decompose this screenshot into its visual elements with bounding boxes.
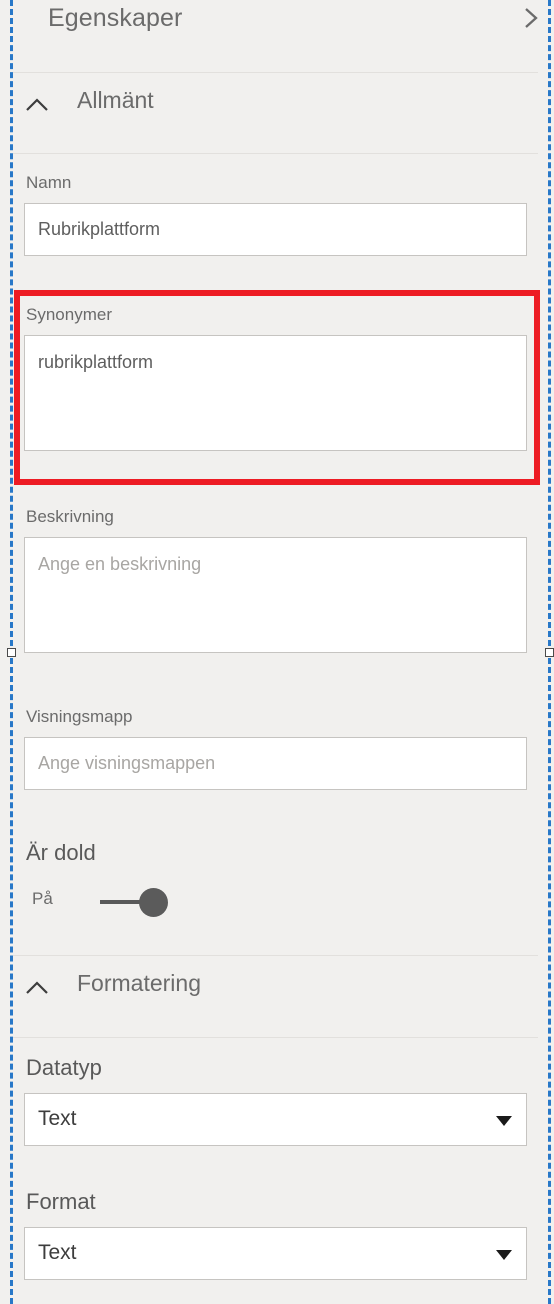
panel-scrollbar-track[interactable] xyxy=(538,72,548,1304)
divider xyxy=(13,153,538,154)
namn-input[interactable]: Rubrikplattform xyxy=(24,203,527,256)
synonymer-input-value: rubrikplattform xyxy=(38,352,154,372)
field-synonymer: Synonymer rubrikplattform xyxy=(13,305,538,470)
visningsmapp-input[interactable]: Ange visningsmappen xyxy=(24,737,527,790)
field-label-visningsmapp: Visningsmapp xyxy=(26,707,133,726)
divider xyxy=(13,1037,538,1038)
toggle-knob[interactable] xyxy=(139,888,168,917)
page-title: Egenskaper xyxy=(48,4,183,32)
section-header-allmant[interactable]: Allmänt xyxy=(13,73,538,153)
selection-resize-handle-left[interactable] xyxy=(7,648,16,657)
properties-panel-screenshot: Egenskaper Allmänt Namn Rubrikplattform xyxy=(0,0,554,1304)
beskrivning-input-placeholder: Ange en beskrivning xyxy=(38,554,202,574)
chevron-right-icon[interactable] xyxy=(519,5,543,31)
panel-title-row[interactable]: Egenskaper xyxy=(13,0,538,72)
caret-down-icon[interactable] xyxy=(496,1250,512,1260)
beskrivning-input[interactable]: Ange en beskrivning xyxy=(24,537,527,653)
format-dropdown[interactable]: Text xyxy=(24,1227,527,1280)
caret-down-icon[interactable] xyxy=(496,1116,512,1126)
namn-input-value: Rubrikplattform xyxy=(38,219,161,239)
field-namn: Namn Rubrikplattform xyxy=(13,173,538,278)
selection-resize-handle-right[interactable] xyxy=(545,648,554,657)
format-dropdown-value: Text xyxy=(38,1241,77,1264)
field-label-synonymer: Synonymer xyxy=(26,305,112,324)
field-label-ar-dold: Är dold xyxy=(26,840,96,865)
field-format: Format Text xyxy=(13,1189,538,1299)
field-label-beskrivning: Beskrivning xyxy=(26,507,114,526)
ar-dold-toggle[interactable]: På xyxy=(13,880,233,925)
section-label-allmant: Allmänt xyxy=(77,87,154,113)
field-beskrivning: Beskrivning Ange en beskrivning xyxy=(13,507,538,672)
visningsmapp-input-placeholder: Ange visningsmappen xyxy=(38,753,216,773)
properties-panel: Egenskaper Allmänt Namn Rubrikplattform xyxy=(13,0,538,1304)
chevron-up-icon[interactable] xyxy=(24,94,50,116)
field-label-namn: Namn xyxy=(26,173,72,192)
field-label-datatyp: Datatyp xyxy=(26,1055,102,1080)
field-datatyp: Datatyp Text xyxy=(13,1055,538,1165)
chevron-up-icon[interactable] xyxy=(24,977,50,999)
synonymer-input[interactable]: rubrikplattform xyxy=(24,335,527,451)
field-label-format: Format xyxy=(26,1189,96,1214)
ar-dold-toggle-state: På xyxy=(32,889,53,908)
field-ar-dold: Är dold På xyxy=(13,840,538,935)
field-visningsmapp: Visningsmapp Ange visningsmappen xyxy=(13,707,538,812)
datatyp-dropdown-value: Text xyxy=(38,1107,77,1130)
datatyp-dropdown[interactable]: Text xyxy=(24,1093,527,1146)
section-header-formatering[interactable]: Formatering xyxy=(13,956,538,1036)
section-label-formatering: Formatering xyxy=(77,970,201,996)
